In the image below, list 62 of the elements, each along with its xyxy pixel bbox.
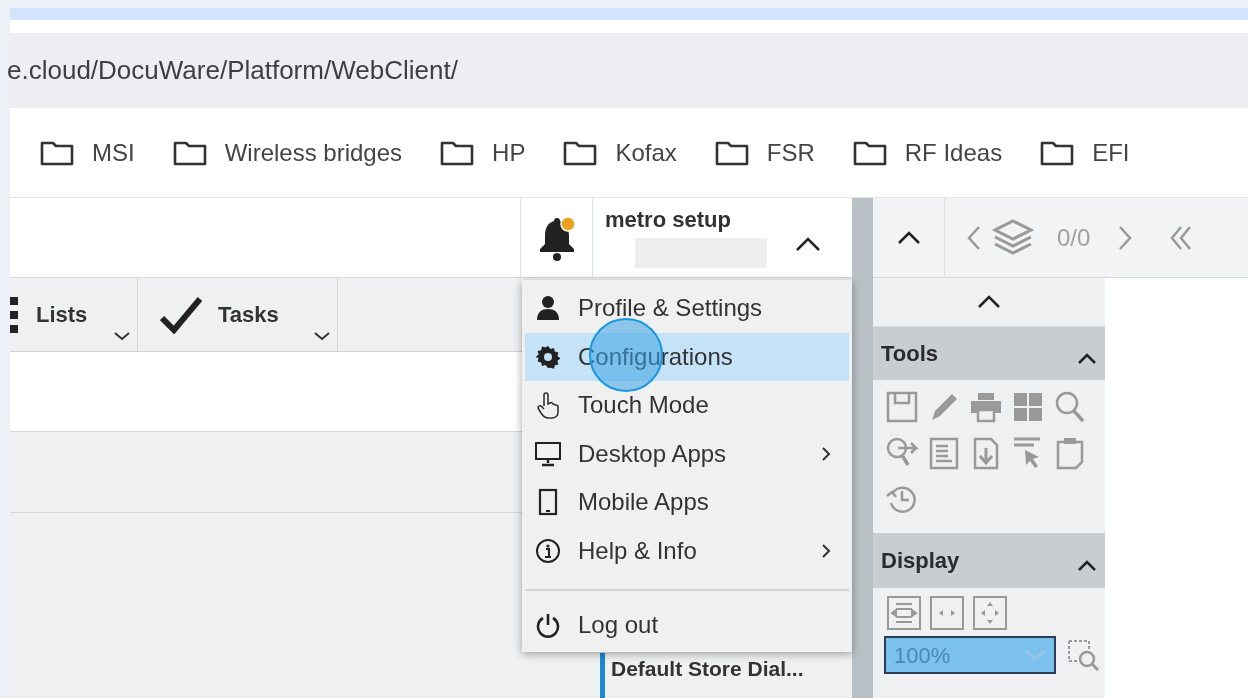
tab[interactable]: Lists	[10, 278, 138, 351]
bookmark-link[interactable]: RF Ideas	[852, 134, 1003, 171]
info-icon	[535, 537, 561, 564]
scrollbar[interactable]	[852, 198, 873, 698]
save-icon[interactable]	[885, 390, 919, 424]
tab[interactable]: Tasks	[138, 278, 338, 351]
search-icon[interactable]	[1053, 390, 1087, 424]
tablet-icon	[538, 488, 558, 517]
fit-horizontal-icon[interactable]	[930, 596, 964, 630]
printer-icon[interactable]	[969, 390, 1003, 424]
chevron-up-icon[interactable]	[1077, 352, 1097, 365]
item-title: Default Store Dial...	[611, 657, 804, 680]
bookmark-link[interactable]: Kofax	[563, 134, 677, 171]
chevron-down-icon	[313, 331, 331, 341]
document-icon[interactable]	[927, 436, 961, 470]
chevron-up-icon[interactable]	[896, 230, 921, 245]
menu-item[interactable]: Touch Mode	[525, 381, 849, 430]
chevron-up-icon[interactable]	[795, 236, 821, 252]
chevron-up-icon[interactable]	[1077, 559, 1097, 572]
chevron-up-icon[interactable]	[977, 295, 1001, 309]
bookmark-link[interactable]: HP	[440, 134, 526, 171]
menu-item[interactable]: Help & Info	[525, 526, 849, 575]
user-name: metro setup	[605, 206, 732, 234]
fit-width-icon[interactable]	[887, 596, 921, 630]
settings-icon	[536, 344, 560, 369]
menu-item[interactable]: Mobile Apps	[525, 478, 849, 527]
folder-icon	[440, 139, 475, 166]
pointing-hand-icon	[535, 391, 561, 420]
bookmark-link[interactable]: FSR	[714, 134, 815, 171]
section-header[interactable]: Tools	[873, 327, 1105, 380]
section-title: Tools	[881, 340, 939, 368]
checkmark-icon	[160, 295, 202, 334]
section-header[interactable]: Display	[873, 533, 1105, 588]
grid-icon[interactable]	[1011, 390, 1045, 424]
address-text[interactable]: e.cloud/DocuWare/Platform/WebClient/	[7, 51, 458, 90]
chevron-right-icon	[821, 445, 831, 462]
folder-icon	[40, 139, 74, 166]
zoom-area-icon[interactable]	[1066, 638, 1100, 672]
double-chevron-left-icon[interactable]	[1170, 224, 1193, 251]
bookmark-link[interactable]: MSI	[40, 134, 135, 171]
chevron-left-icon[interactable]	[967, 224, 981, 251]
folder-icon	[714, 139, 749, 166]
power-icon	[536, 612, 560, 638]
folder-icon	[852, 139, 887, 166]
menu-item[interactable]: Profile & Settings	[525, 284, 849, 333]
page-counter: 0/0	[1057, 222, 1091, 253]
chevron-right-icon[interactable]	[1118, 224, 1133, 251]
person-icon	[536, 295, 560, 322]
chevron-right-icon	[821, 542, 831, 559]
chevron-down-icon	[113, 331, 131, 341]
menu-item[interactable]: Log out	[525, 601, 849, 649]
folder-icon	[172, 139, 207, 166]
bookmark-link[interactable]: Wireless bridges	[172, 134, 403, 171]
grip-icon	[10, 294, 18, 335]
folder-icon	[1040, 139, 1075, 166]
monitor-icon	[534, 440, 562, 467]
section-title: Display	[881, 547, 960, 575]
fit-page-icon[interactable]	[973, 596, 1007, 630]
bookmark-link[interactable]: EFI	[1040, 134, 1130, 171]
caret-icon	[1024, 649, 1046, 661]
folder-icon	[563, 139, 598, 166]
menu-item[interactable]: Desktop Apps	[525, 429, 849, 478]
